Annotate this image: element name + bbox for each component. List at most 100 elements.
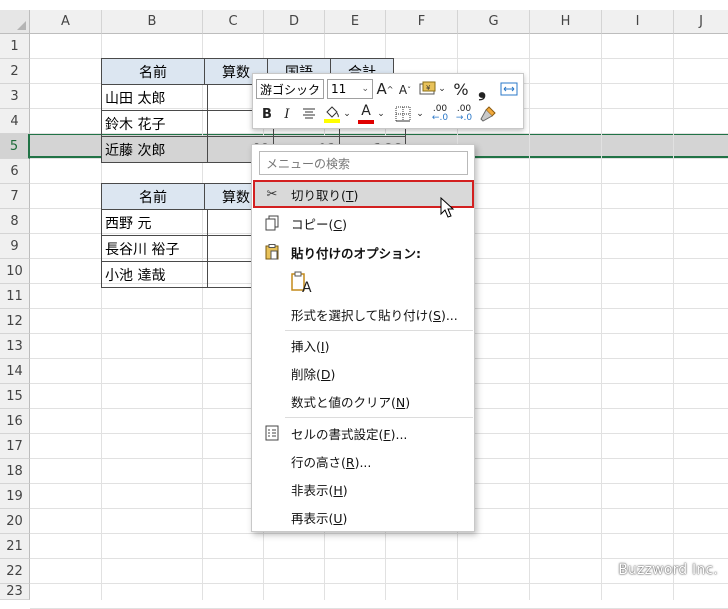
watermark: Buzzword Inc. <box>618 562 718 578</box>
row-header[interactable]: 5 <box>0 134 30 159</box>
menu-item-delete[interactable]: 削除(D) <box>253 359 474 387</box>
clipboard-icon <box>263 243 281 261</box>
row-header[interactable]: 19 <box>0 484 30 509</box>
menu-item-insert[interactable]: 挿入(I) <box>253 331 474 359</box>
paintbrush-icon <box>480 106 496 122</box>
row-header[interactable]: 16 <box>0 409 30 434</box>
grow-font-button[interactable]: A ^ <box>376 79 394 99</box>
row-header[interactable]: 12 <box>0 309 30 334</box>
table2-cell[interactable]: 西野 元 <box>101 209 208 236</box>
row-header[interactable]: 15 <box>0 384 30 409</box>
menu-item-format-cells[interactable]: セルの書式設定(F)... <box>253 419 474 447</box>
cut-end: ) <box>353 187 359 203</box>
table1-cell[interactable]: 山田 太郎 <box>101 84 208 111</box>
row-header[interactable]: 14 <box>0 359 30 384</box>
menu-item-unhide[interactable]: 再表示(U) <box>253 503 474 531</box>
menu-item-paste-special-label: 形式を選択して貼り付け(S)... <box>291 305 458 324</box>
row-header[interactable]: 10 <box>0 259 30 284</box>
paste-options-label: 貼り付けのオプション: <box>291 245 421 261</box>
fill-bucket-icon <box>324 106 340 123</box>
row-header[interactable]: 1 <box>0 34 30 59</box>
format-painter-button[interactable] <box>478 104 498 124</box>
column-header-d[interactable]: D <box>264 10 325 34</box>
row-header[interactable]: 9 <box>0 234 30 259</box>
unhide-accelerator: U <box>333 510 343 526</box>
paste-special-text: 形式を選択して貼り付け( <box>291 307 434 323</box>
row-header[interactable]: 6 <box>0 159 30 184</box>
row-height-text: 行の高さ( <box>291 454 346 470</box>
percent-style-button[interactable]: % <box>451 79 471 99</box>
table2-cell[interactable]: 小池 達哉 <box>101 261 208 288</box>
number-format-button[interactable]: ¥ <box>419 80 437 98</box>
menu-item-paste-options: 貼り付けのオプション: <box>253 238 474 266</box>
menu-item-copy-label: コピー(C) <box>291 214 347 233</box>
table2-cell[interactable]: 長谷川 裕子 <box>101 235 208 262</box>
row-header[interactable]: 21 <box>0 534 30 559</box>
align-center-button[interactable] <box>300 104 318 124</box>
column-header-h[interactable]: H <box>530 10 602 34</box>
select-all-corner[interactable] <box>0 10 30 34</box>
accounting-format-icon: ¥ <box>419 81 436 95</box>
unhide-end: ) <box>342 510 348 526</box>
column-header-g[interactable]: G <box>458 10 530 34</box>
borders-button[interactable] <box>393 104 413 124</box>
decrease-decimal-button[interactable]: .00 →.0 <box>453 104 475 124</box>
grid-row-line <box>30 533 728 534</box>
row-header[interactable]: 7 <box>0 184 30 209</box>
delete-text: 削除( <box>291 366 321 382</box>
column-header-c[interactable]: C <box>203 10 264 34</box>
format-cells-end: )... <box>390 426 408 442</box>
clear-accelerator: N <box>395 394 406 410</box>
format-painter-button[interactable] <box>499 79 519 99</box>
chevron-down-icon[interactable]: ⌄ <box>342 104 352 124</box>
column-header-e[interactable]: E <box>325 10 386 34</box>
column-header-j[interactable]: J <box>674 10 728 34</box>
row-header[interactable]: 13 <box>0 334 30 359</box>
row-header[interactable]: 4 <box>0 109 30 134</box>
row-header[interactable]: 3 <box>0 84 30 109</box>
table2-header-name[interactable]: 名前 <box>101 183 205 210</box>
column-header-a[interactable]: A <box>30 10 102 34</box>
menu-item-clear-contents[interactable]: 数式と値のクリア(N) <box>253 387 474 415</box>
column-header-i[interactable]: I <box>602 10 674 34</box>
row-header[interactable]: 8 <box>0 209 30 234</box>
table1-cell[interactable]: 近藤 次郎 <box>101 136 208 163</box>
font-name-dropdown[interactable]: 游ゴシック ⌄ <box>256 79 324 99</box>
font-name-value: 游ゴシック <box>260 82 321 97</box>
fill-color-button[interactable] <box>322 103 342 125</box>
column-header-f[interactable]: F <box>386 10 458 34</box>
menu-item-paste-special[interactable]: 形式を選択して貼り付け(S)... <box>253 300 474 328</box>
row-header[interactable]: 22 <box>0 559 30 584</box>
menu-item-row-height-label: 行の高さ(R)... <box>291 452 371 471</box>
row-header[interactable]: 17 <box>0 434 30 459</box>
chevron-down-icon[interactable]: ⌄ <box>437 80 447 98</box>
arrow-right-icon: →.0 <box>455 113 473 123</box>
row-header[interactable]: 23 <box>0 584 30 600</box>
row-header[interactable]: 2 <box>0 59 30 84</box>
chevron-down-icon[interactable]: ⌄ <box>376 104 386 124</box>
column-header-b[interactable]: B <box>102 10 203 34</box>
row-header[interactable]: 11 <box>0 284 30 309</box>
menu-item-cut-label: 切り取り(T) <box>291 185 358 204</box>
row-header[interactable]: 18 <box>0 459 30 484</box>
shrink-font-button[interactable]: Aˇ <box>397 81 413 99</box>
font-color-button[interactable]: A <box>357 102 375 126</box>
italic-button[interactable]: I <box>279 104 295 124</box>
scissors-icon: ✂ <box>266 186 278 202</box>
copy-text: コピー( <box>291 216 334 232</box>
row-header[interactable]: 20 <box>0 509 30 534</box>
format-cells-text: セルの書式設定( <box>291 426 384 442</box>
table1-cell[interactable]: 鈴木 花子 <box>101 110 208 137</box>
grow-font-icon: A <box>376 80 387 98</box>
paste-values-button[interactable]: A <box>290 270 314 296</box>
menu-item-row-height[interactable]: 行の高さ(R)... <box>253 447 474 475</box>
font-size-dropdown[interactable]: 11 ⌄ <box>327 79 373 99</box>
menu-item-hide[interactable]: 非表示(H) <box>253 475 474 503</box>
table1-header-name[interactable]: 名前 <box>101 58 205 85</box>
increase-decimal-button[interactable]: .00 ←.0 <box>429 104 451 124</box>
bold-button[interactable]: B <box>259 104 275 124</box>
comma-style-button[interactable]: ❟ <box>473 77 491 101</box>
format-cells-accelerator: F <box>383 426 391 442</box>
chevron-down-icon[interactable]: ⌄ <box>415 104 425 124</box>
menu-search-input[interactable]: メニューの検索 <box>259 151 468 175</box>
